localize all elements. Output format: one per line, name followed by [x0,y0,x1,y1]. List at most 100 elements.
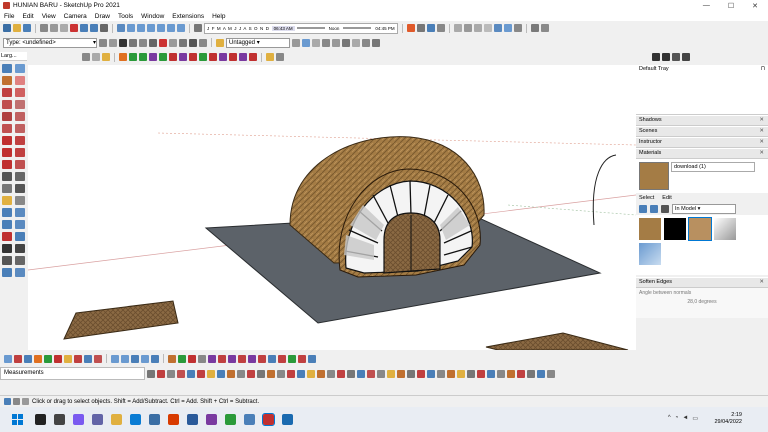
ext-k-icon[interactable] [247,369,255,378]
follow-me-icon[interactable] [15,148,25,157]
tool-y-icon[interactable] [258,354,266,363]
left-view-icon[interactable] [177,24,185,32]
tool-g-icon[interactable] [64,354,72,363]
rectangle-icon[interactable] [2,100,12,109]
ext-o-icon[interactable] [287,369,295,378]
plugin-12-icon[interactable] [209,53,217,61]
tool-q-icon[interactable] [178,354,186,363]
eraser-icon[interactable] [15,76,25,85]
ext-r-icon[interactable] [317,369,325,378]
style-4-icon[interactable] [332,38,340,47]
warehouse-icon[interactable] [406,24,415,32]
tool-p-icon[interactable] [168,354,176,363]
ext-b-icon[interactable] [157,369,165,378]
extension-2-icon[interactable] [426,24,435,32]
taskbar-clock[interactable]: 2:19 29/04/2022 [714,412,742,426]
style-7-icon[interactable] [362,38,370,47]
tool-u-icon[interactable] [218,354,226,363]
forward-icon[interactable] [650,205,658,213]
tab-select[interactable]: Select [639,193,654,203]
tool-z-icon[interactable] [268,354,276,363]
door-icon[interactable] [189,38,197,47]
help-icon[interactable] [22,398,29,405]
tool-m-icon[interactable] [131,354,139,363]
tool-aa-icon[interactable] [278,354,286,363]
tool-x-icon[interactable] [248,354,256,363]
material-swatch-3[interactable] [688,217,712,241]
copy-icon[interactable] [50,24,58,32]
extension-icon[interactable] [416,24,425,32]
shadow-months[interactable]: J F M A M J J A S O N D [205,26,272,31]
3d-text-icon[interactable] [15,196,25,205]
polygon-icon[interactable] [15,112,25,121]
ext-g-icon[interactable] [207,369,215,378]
section-instructor[interactable]: Instructor ✕ [636,137,768,148]
new-file-icon[interactable] [3,24,11,32]
minimize-button[interactable]: — [703,2,710,10]
ext-q-icon[interactable] [307,369,315,378]
tool-ab-icon[interactable] [288,354,296,363]
ext-aa-icon[interactable] [407,369,415,378]
home-icon[interactable] [119,38,127,47]
position-camera-icon[interactable] [2,244,12,253]
camera-standard-views-icon[interactable] [117,24,125,32]
tool-e-icon[interactable] [44,354,52,363]
search-icon[interactable] [35,414,46,425]
tool-d-icon[interactable] [34,354,42,363]
tool-o-icon[interactable] [151,354,159,363]
chevron-up-icon[interactable]: ^ [668,415,671,422]
task-view-icon[interactable] [54,414,65,425]
ext-n-icon[interactable] [277,369,285,378]
ext-ah-icon[interactable] [477,369,485,378]
plugin-6-icon[interactable] [149,53,157,61]
box-icon[interactable] [199,38,207,47]
cut-icon[interactable] [40,24,48,32]
tool-t-icon[interactable] [208,354,216,363]
push-pull-icon[interactable] [15,136,25,145]
dimension-icon[interactable] [15,172,25,181]
style-8-icon[interactable] [372,38,380,47]
material-name-field[interactable]: download (1) [671,162,755,172]
ext-x-icon[interactable] [377,369,385,378]
measurements-box[interactable]: Measurements [0,367,145,380]
plugin-8-icon[interactable] [169,53,177,61]
scale-icon[interactable] [2,160,12,169]
office-icon[interactable] [168,414,179,425]
menu-draw[interactable]: Draw [91,13,114,20]
pin-icon[interactable]: ⊓ [761,65,768,74]
front-view-icon[interactable] [147,24,155,32]
plugin-icon[interactable] [92,53,100,61]
section-shadows[interactable]: Shadows ✕ [636,115,768,126]
back-edges-icon[interactable] [463,24,472,32]
building-icon[interactable] [139,38,147,47]
ext-ad-icon[interactable] [437,369,445,378]
extension-3-icon[interactable] [436,24,445,32]
shadow-time-slider[interactable] [296,27,325,29]
tool-j-icon[interactable] [94,354,102,363]
style-5-icon[interactable] [342,38,350,47]
target-icon[interactable] [159,38,167,47]
ext-f-icon[interactable] [197,369,205,378]
plugin-18-icon[interactable] [276,53,284,61]
back-icon[interactable] [639,205,647,213]
close-icon[interactable]: ✕ [759,149,768,158]
ext-al-icon[interactable] [517,369,525,378]
menu-camera[interactable]: Camera [60,13,91,20]
maximize-button[interactable]: ☐ [728,2,734,10]
plugin-7-icon[interactable] [159,53,167,61]
zoom-icon[interactable] [2,220,12,229]
shaded-icon[interactable] [493,24,502,32]
component-tool-icon[interactable] [99,38,107,47]
windows-start-icon[interactable] [12,414,23,425]
style-icon[interactable] [302,38,310,47]
xray-icon[interactable] [453,24,462,32]
style-2-icon[interactable] [312,38,320,47]
ext-ak-icon[interactable] [507,369,515,378]
pan-icon[interactable] [15,208,25,217]
library-select[interactable]: In Model ▾ [672,204,736,214]
shadow-toggle-icon[interactable] [194,24,202,32]
arc-icon[interactable] [2,124,12,133]
geo-location-icon[interactable] [4,398,11,405]
ext-u-icon[interactable] [347,369,355,378]
circle-icon[interactable] [2,112,12,121]
